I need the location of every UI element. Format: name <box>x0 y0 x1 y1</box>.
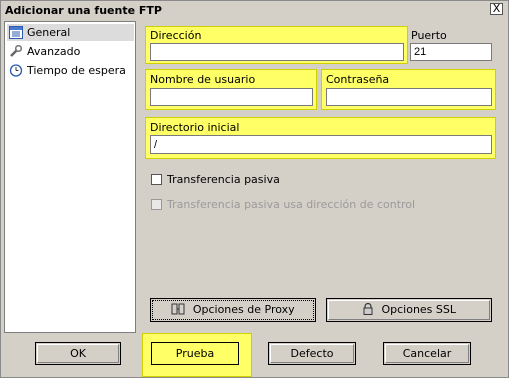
puerto-label: Puerto <box>411 29 447 42</box>
clock-icon <box>9 64 23 77</box>
sidebar-item-label: General <box>27 26 71 39</box>
pasiva-checkbox[interactable] <box>151 174 162 185</box>
pasiva-control-checkbox[interactable] <box>151 199 162 210</box>
close-icon: X <box>492 2 501 15</box>
ssl-button-label: Opciones SSL <box>381 303 457 316</box>
pasiva-control-label: Transferencia pasiva usa dirección de co… <box>167 198 416 211</box>
cancelar-button-label: Cancelar <box>402 347 452 360</box>
contrasena-label: Contraseña <box>326 73 390 86</box>
proxy-options-button[interactable]: Opciones de Proxy <box>150 298 316 322</box>
usuario-input[interactable] <box>150 88 313 106</box>
usuario-label: Nombre de usuario <box>150 73 256 86</box>
puerto-input[interactable] <box>410 43 492 61</box>
prueba-button[interactable]: Prueba <box>151 342 239 365</box>
sidebar-item-avanzado[interactable]: Avanzado <box>7 43 134 60</box>
ftp-source-dialog: Adicionar una fuente FTP X General Avanz… <box>0 0 509 378</box>
ok-button[interactable]: OK <box>35 342 121 365</box>
defecto-button[interactable]: Defecto <box>268 342 356 365</box>
sidebar-item-general[interactable]: General <box>7 24 134 41</box>
list-icon <box>9 26 23 39</box>
direccion-input[interactable] <box>150 43 404 61</box>
proxy-button-label: Opciones de Proxy <box>192 303 295 316</box>
prueba-button-label: Prueba <box>175 347 215 360</box>
cancelar-button[interactable]: Cancelar <box>383 342 471 365</box>
directorio-label: Directorio inicial <box>150 121 240 134</box>
ssl-options-button[interactable]: Opciones SSL <box>326 298 492 322</box>
lock-icon <box>363 302 373 315</box>
sidebar-item-tiempo-de-espera[interactable]: Tiempo de espera <box>7 62 134 79</box>
proxy-icon <box>171 303 185 315</box>
sidebar-item-label: Avanzado <box>27 45 81 58</box>
window-title: Adicionar una fuente FTP <box>5 4 162 17</box>
pasiva-label: Transferencia pasiva <box>167 173 280 186</box>
wrench-icon <box>10 45 23 57</box>
direccion-label: Dirección <box>150 29 202 42</box>
sidebar: General Avanzado Tiempo de espera <box>4 21 136 333</box>
contrasena-input[interactable] <box>326 88 492 106</box>
sidebar-item-label: Tiempo de espera <box>27 64 126 77</box>
defecto-button-label: Defecto <box>290 347 334 360</box>
directorio-input[interactable] <box>150 135 492 154</box>
close-button[interactable]: X <box>490 3 503 15</box>
ok-button-label: OK <box>70 347 86 360</box>
title-bar[interactable]: Adicionar una fuente FTP X <box>2 2 507 18</box>
